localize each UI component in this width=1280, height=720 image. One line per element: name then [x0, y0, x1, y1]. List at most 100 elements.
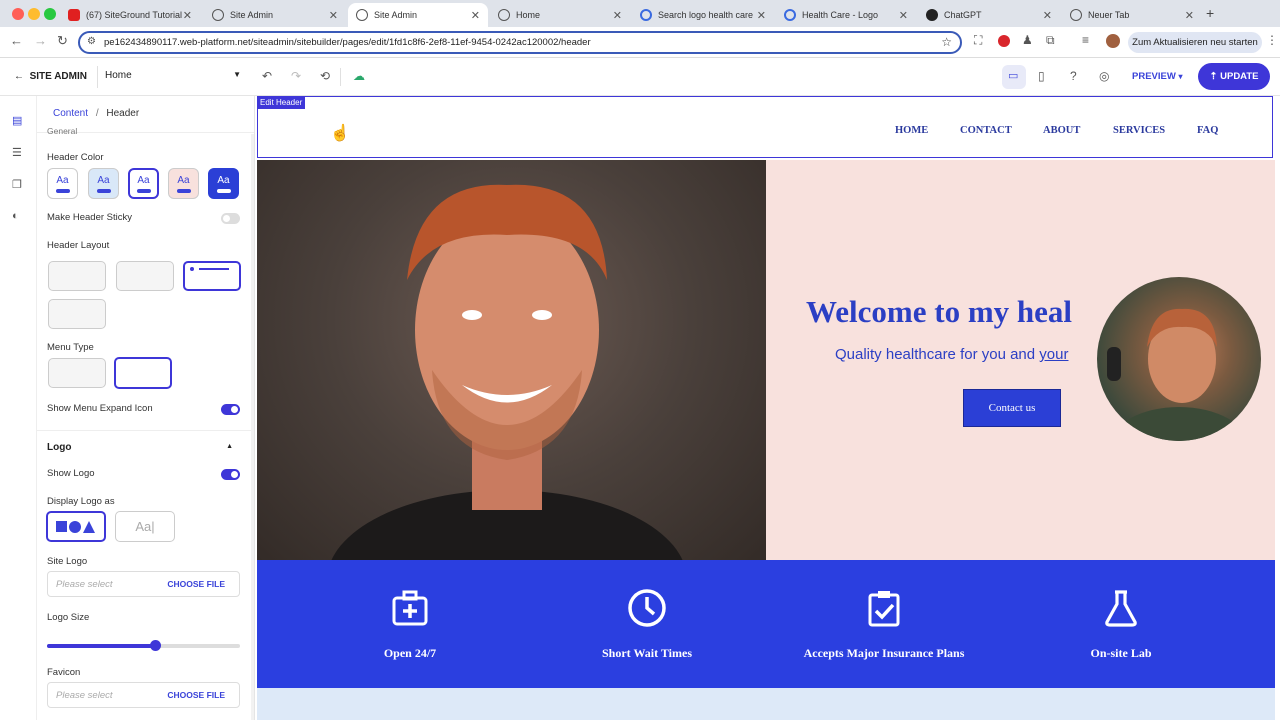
cloud-saved-icon: ☁	[353, 69, 365, 83]
browser-tab[interactable]: Site Admin ✕	[204, 3, 346, 27]
menu-item-services[interactable]: SERVICES	[1113, 125, 1165, 136]
design-palette-icon[interactable]: ◐	[12, 210, 19, 222]
header-layout-option-1[interactable]	[48, 261, 106, 291]
more-menu-icon[interactable]: ⋮	[1266, 33, 1278, 47]
reading-list-icon[interactable]: ≡	[1082, 33, 1089, 47]
browser-tab[interactable]: Health Care - Logo ✕	[776, 3, 916, 27]
browser-tab[interactable]: Home ✕	[490, 3, 630, 27]
breadcrumb-content-link[interactable]: Content	[53, 108, 88, 119]
minimize-window-button[interactable]	[28, 8, 40, 20]
menu-item-home[interactable]: HOME	[895, 125, 928, 136]
header-layout-option-4[interactable]	[48, 299, 106, 329]
close-tab-icon[interactable]: ✕	[899, 9, 908, 22]
close-window-button[interactable]	[12, 8, 24, 20]
hero-portrait-image	[257, 160, 766, 560]
site-admin-back-button[interactable]: ← SITE ADMIN	[14, 71, 87, 82]
favicon-file-input[interactable]: Please select CHOOSE FILE	[47, 682, 240, 708]
feature-on-site-lab: On-site Lab	[994, 560, 1248, 688]
hero-subtitle-link[interactable]: your	[1039, 346, 1068, 363]
site-header-preview[interactable]: HOME CONTACT ABOUT SERVICES FAQ	[257, 96, 1273, 158]
close-tab-icon[interactable]: ✕	[471, 9, 480, 22]
tab-title: Site Admin	[374, 10, 418, 20]
header-color-option-light-blue[interactable]: Aa	[88, 168, 119, 199]
reload-icon[interactable]: ↻	[57, 33, 68, 49]
header-color-option-white[interactable]: Aa	[47, 168, 78, 199]
panel-scrollbar[interactable]	[251, 134, 254, 720]
content-panel-icon[interactable]: ▤	[12, 114, 22, 127]
chevron-up-icon: ▲	[226, 443, 233, 450]
feature-short-wait-times: Short Wait Times	[520, 560, 774, 688]
logo-size-slider-fill	[47, 644, 156, 648]
site-settings-icon[interactable]: ⚙	[87, 36, 96, 47]
site-admin-label: SITE ADMIN	[29, 71, 87, 82]
browser-tab[interactable]: ChatGPT ✕	[918, 3, 1060, 27]
close-tab-icon[interactable]: ✕	[183, 9, 192, 22]
address-bar[interactable]: ⚙ pe162434890117.web-platform.net/sitead…	[78, 31, 962, 54]
logo-as-text-option[interactable]: Aa|	[115, 511, 175, 542]
history-icon[interactable]: ⟲	[320, 69, 330, 83]
back-arrow-icon: ←	[14, 71, 24, 82]
sticky-header-toggle[interactable]	[221, 213, 240, 224]
logo-size-slider[interactable]	[47, 640, 240, 651]
sections-icon[interactable]: ☰	[12, 146, 22, 159]
menu-type-option-stacked[interactable]	[114, 357, 172, 389]
undo-icon[interactable]: ↶	[262, 69, 272, 83]
new-tab-icon[interactable]: +	[1206, 5, 1214, 21]
header-color-option-pink[interactable]: Aa	[168, 168, 199, 199]
hand-cursor-icon: ☝	[330, 125, 350, 142]
browser-update-chip[interactable]: Zum Aktualisieren neu starten	[1128, 32, 1262, 53]
extension-icon[interactable]: ♟	[1022, 33, 1033, 47]
swatch-text: Aa	[137, 174, 150, 186]
logo-section-header[interactable]: Logo ▲	[47, 442, 239, 453]
forward-arrow-icon[interactable]: →	[34, 33, 47, 48]
header-color-option-blue[interactable]: Aa	[208, 168, 239, 199]
site-logo-file-input[interactable]: Please select CHOOSE FILE	[47, 571, 240, 597]
contact-us-button[interactable]: Contact us	[963, 389, 1061, 427]
page-select[interactable]: Home ▼	[105, 70, 245, 81]
zoom-window-button[interactable]	[44, 8, 56, 20]
browser-tab-active[interactable]: Site Admin ✕	[348, 3, 488, 27]
logo-as-image-option[interactable]	[46, 511, 106, 542]
globe-icon[interactable]: ◎	[1099, 69, 1109, 83]
adblock-icon[interactable]	[998, 35, 1010, 47]
desktop-view-button[interactable]: ▭	[1002, 65, 1026, 89]
pages-icon[interactable]: ❐	[12, 178, 22, 191]
header-color-option-outlined[interactable]: Aa	[128, 168, 159, 199]
close-tab-icon[interactable]: ✕	[613, 9, 622, 22]
screenshot-icon[interactable]: ⛶	[974, 33, 982, 48]
bookmark-star-icon[interactable]: ☆	[941, 35, 952, 49]
menu-expand-icon-toggle[interactable]	[221, 404, 240, 415]
menu-type-option-horizontal[interactable]	[48, 358, 106, 388]
logo-size-slider-handle[interactable]	[150, 640, 162, 651]
favicon-choose-file-button[interactable]: CHOOSE FILE	[167, 690, 225, 700]
header-layout-option-3[interactable]	[183, 261, 241, 291]
show-logo-toggle[interactable]	[221, 469, 240, 480]
update-button[interactable]: ⇡ UPDATE	[1198, 63, 1270, 90]
logo-size-label: Logo Size	[47, 612, 90, 623]
menu-item-contact[interactable]: CONTACT	[960, 125, 1012, 136]
browser-tab[interactable]: (67) SiteGround Tutorial ✕	[60, 3, 200, 27]
site-logo-choose-file-button[interactable]: CHOOSE FILE	[167, 579, 225, 589]
redo-icon[interactable]: ↷	[291, 69, 301, 83]
close-tab-icon[interactable]: ✕	[1043, 9, 1052, 22]
header-color-label: Header Color	[47, 152, 104, 163]
edit-header-tag[interactable]: Edit Header	[257, 96, 306, 109]
profile-avatar[interactable]	[1106, 34, 1120, 48]
menu-expand-icon-label: Show Menu Expand Icon	[47, 403, 153, 414]
browser-tab[interactable]: Neuer Tab ✕	[1062, 3, 1202, 27]
header-layout-option-2[interactable]	[116, 261, 174, 291]
mobile-view-icon[interactable]: ▯	[1038, 69, 1045, 83]
back-arrow-icon[interactable]: ←	[10, 33, 23, 48]
puzzle-icon[interactable]: ⧉	[1046, 33, 1055, 48]
swatch-bar	[55, 188, 70, 193]
preview-button[interactable]: PREVIEW ▾	[1132, 71, 1182, 82]
close-tab-icon[interactable]: ✕	[1185, 9, 1194, 22]
menu-item-faq[interactable]: FAQ	[1197, 125, 1218, 136]
close-tab-icon[interactable]: ✕	[757, 9, 766, 22]
help-icon[interactable]: ?	[1070, 69, 1077, 83]
toggle-knob	[223, 215, 230, 222]
browser-tab[interactable]: Search logo health care ✕	[632, 3, 774, 27]
menu-item-about[interactable]: ABOUT	[1043, 125, 1080, 136]
close-tab-icon[interactable]: ✕	[329, 9, 338, 22]
features-strip: Open 24/7 Short Wait Times Accepts Major…	[257, 560, 1275, 688]
